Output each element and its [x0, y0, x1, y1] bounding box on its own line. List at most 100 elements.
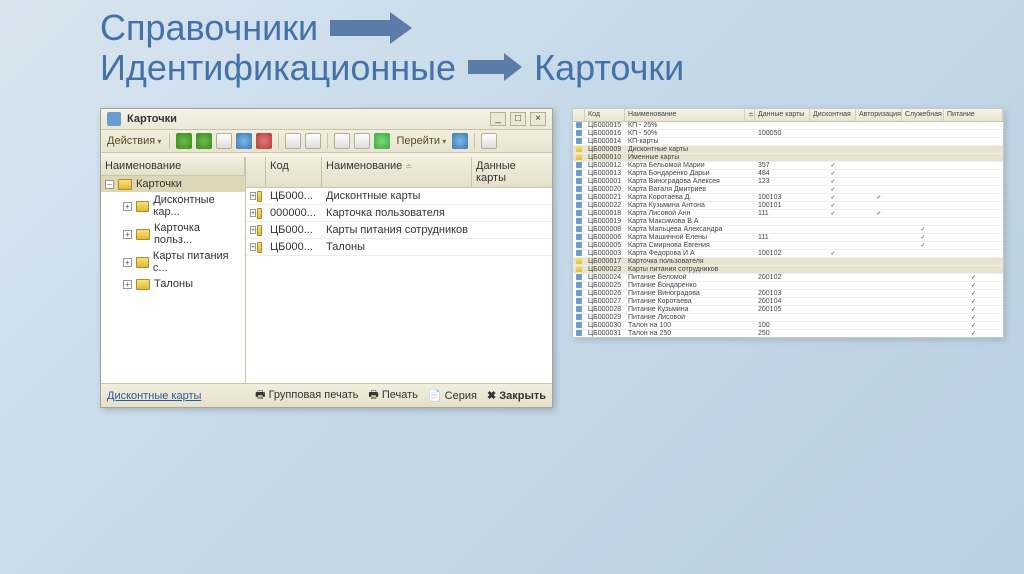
tree: –Карточки+Дисконтные кар...+Карточка пол…: [101, 176, 245, 387]
detail-col-sort[interactable]: ≐: [745, 109, 755, 121]
detail-row[interactable]: ЦБ000031Талон на 250250: [573, 330, 1003, 338]
detail-col-svc[interactable]: Служебная: [902, 109, 944, 121]
expand-icon[interactable]: +: [123, 202, 132, 211]
detail-name: КП - 25%: [625, 122, 745, 129]
tree-item[interactable]: +Талоны: [101, 276, 245, 292]
tree-item[interactable]: +Карты питания с...: [101, 248, 245, 276]
extra-icon[interactable]: [481, 133, 497, 149]
clear-filter-icon[interactable]: [354, 133, 370, 149]
edit-icon[interactable]: [236, 133, 252, 149]
delete-icon[interactable]: [256, 133, 272, 149]
detail-row[interactable]: ЦБ000030Талон на 100100: [573, 322, 1003, 330]
detail-row[interactable]: ЦБ000027Питание Коротаева200104: [573, 298, 1003, 306]
detail-col-code[interactable]: Код: [585, 109, 625, 121]
detail-col-meal[interactable]: Питание: [944, 109, 1003, 121]
item-icon: [576, 242, 582, 248]
tree-item[interactable]: +Карточка польз...: [101, 220, 245, 248]
filter-icon[interactable]: [334, 133, 350, 149]
detail-auth: [856, 194, 902, 201]
tree-item[interactable]: –Карточки: [101, 176, 245, 192]
detail-data: 100: [755, 322, 810, 329]
list-row[interactable]: +ЦБ000...Карты питания сотрудников: [246, 222, 552, 239]
detail-data: 484: [755, 170, 810, 177]
detail-svc: [902, 226, 944, 233]
column-code[interactable]: Код: [266, 157, 322, 187]
detail-row[interactable]: ЦБ000006Карта Машинной Елены111: [573, 234, 1003, 242]
minimize-button[interactable]: _: [490, 112, 506, 126]
detail-data: 100103: [755, 194, 810, 201]
status-link[interactable]: Дисконтные карты: [107, 390, 201, 402]
detail-row[interactable]: ЦБ000018Карта Лисовой Анн111: [573, 210, 1003, 218]
cell-code: ЦБ000...: [266, 224, 322, 236]
move-icon[interactable]: [305, 133, 321, 149]
detail-row[interactable]: ЦБ000008Карта Мальцева Александра: [573, 226, 1003, 234]
detail-row[interactable]: ЦБ000009Дисконтные карты: [573, 146, 1003, 154]
detail-row[interactable]: ЦБ000016КП - 50%100050: [573, 130, 1003, 138]
detail-row[interactable]: ЦБ000003Карта Федорова И А100102: [573, 250, 1003, 258]
expand-icon[interactable]: +: [250, 243, 256, 251]
column-card-data[interactable]: Данные карты: [472, 157, 552, 187]
expand-icon[interactable]: +: [123, 258, 132, 267]
detail-row[interactable]: ЦБ000021Карта Коротаева Д.100103: [573, 194, 1003, 202]
detail-row[interactable]: ЦБ000019Карта Максимова В А: [573, 218, 1003, 226]
tree-item[interactable]: +Дисконтные кар...: [101, 192, 245, 220]
detail-code: ЦБ000031: [585, 330, 625, 337]
refresh-icon[interactable]: [374, 133, 390, 149]
detail-row[interactable]: ЦБ000028Питание Кузьмина200105: [573, 306, 1003, 314]
detail-row[interactable]: ЦБ000014КП-карты: [573, 138, 1003, 146]
detail-name: Питание Коротаева: [625, 298, 745, 305]
copy-icon[interactable]: [216, 133, 232, 149]
add-icon[interactable]: [176, 133, 192, 149]
detail-row[interactable]: ЦБ000015КП - 25%: [573, 122, 1003, 130]
detail-row[interactable]: ЦБ000012Карта Бельомой Марии357: [573, 162, 1003, 170]
expand-icon[interactable]: +: [250, 192, 256, 200]
list-row[interactable]: +ЦБ000...Дисконтные карты: [246, 188, 552, 205]
hierarchy-icon[interactable]: [285, 133, 301, 149]
maximize-button[interactable]: □: [510, 112, 526, 126]
column-name2[interactable]: Наименование ≐: [322, 157, 472, 187]
print-button[interactable]: 🖶 Печать: [368, 386, 418, 405]
expand-icon[interactable]: +: [123, 230, 132, 239]
expand-icon[interactable]: +: [250, 226, 256, 234]
list-row[interactable]: +000000...Карточка пользователя: [246, 205, 552, 222]
detail-col-name[interactable]: Наименование: [625, 109, 745, 121]
detail-disc: [810, 194, 856, 201]
help-icon[interactable]: [452, 133, 468, 149]
detail-col-icon[interactable]: [573, 109, 585, 121]
detail-row[interactable]: ЦБ000020Карта Ваталя Дмитриев: [573, 186, 1003, 194]
series-button[interactable]: 📄 Серия: [428, 389, 477, 402]
detail-data: 250: [755, 330, 810, 337]
close-button-bottom[interactable]: ✖ Закрыть: [487, 389, 546, 402]
detail-row[interactable]: ЦБ000001Карта Виноградова Алексея123: [573, 178, 1003, 186]
detail-disc: [810, 178, 856, 185]
close-button[interactable]: ×: [530, 112, 546, 126]
expand-icon[interactable]: –: [105, 180, 114, 189]
actions-menu[interactable]: Действия: [105, 135, 163, 147]
group-print-button[interactable]: 🖶 Групповая печать: [255, 386, 358, 405]
detail-row[interactable]: ЦБ000022Карта Кузьмина Антона100101: [573, 202, 1003, 210]
expand-icon[interactable]: +: [250, 209, 256, 217]
column-name[interactable]: Наименование: [101, 157, 245, 175]
detail-col-auth[interactable]: Авторизация: [856, 109, 902, 121]
detail-row[interactable]: ЦБ000017Карточка пользователя: [573, 258, 1003, 266]
folder-icon: [136, 279, 150, 290]
detail-row[interactable]: ЦБ000023Карты питания сотрудников: [573, 266, 1003, 274]
goto-menu[interactable]: Перейти: [394, 135, 448, 147]
detail-row[interactable]: ЦБ000005Карта Смирнова Евгения: [573, 242, 1003, 250]
expand-icon[interactable]: +: [123, 280, 132, 289]
detail-code: ЦБ000021: [585, 194, 625, 201]
detail-data: 200103: [755, 290, 810, 297]
detail-col-disc[interactable]: Дисконтная: [810, 109, 856, 121]
detail-row[interactable]: ЦБ000013Карта Бондаренко Дарьи484: [573, 170, 1003, 178]
detail-row[interactable]: ЦБ000024Питание Беломой200102: [573, 274, 1003, 282]
column-icon[interactable]: [246, 157, 266, 187]
folder-icon: [257, 225, 262, 236]
detail-name: Питание Кузьмина: [625, 306, 745, 313]
detail-row[interactable]: ЦБ000025Питание Бондаренко: [573, 282, 1003, 290]
detail-row[interactable]: ЦБ000026Питание Виноградова200103: [573, 290, 1003, 298]
add-group-icon[interactable]: [196, 133, 212, 149]
detail-col-data[interactable]: Данные карты: [755, 109, 810, 121]
detail-row[interactable]: ЦБ000010Именные карты: [573, 154, 1003, 162]
detail-row[interactable]: ЦБ000029Питание Лисовой: [573, 314, 1003, 322]
list-row[interactable]: +ЦБ000...Талоны: [246, 239, 552, 256]
